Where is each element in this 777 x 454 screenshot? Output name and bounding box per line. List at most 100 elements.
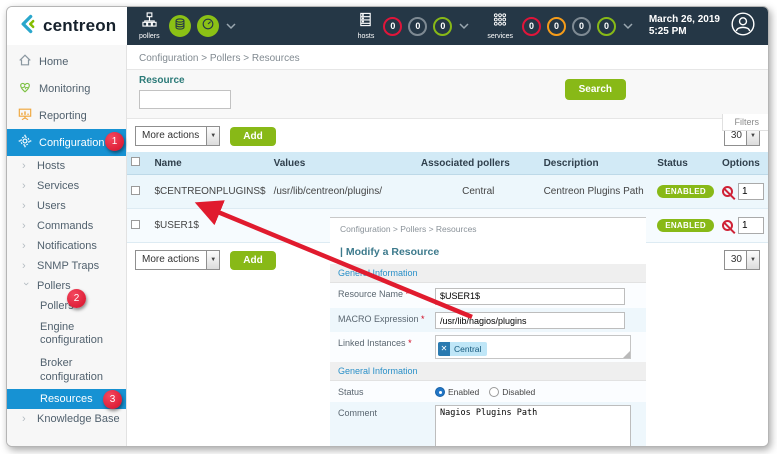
services-critical-counter[interactable]: 0	[522, 17, 541, 36]
cell-pollers: Central	[417, 175, 540, 209]
sidebar-item-services[interactable]: › Services	[7, 176, 126, 196]
configuration-gear-icon	[18, 134, 32, 151]
sidebar-item-label: Knowledge Base	[37, 413, 120, 425]
sidebar-item-label: Notifications	[37, 240, 97, 252]
remove-chip-icon[interactable]: ✕	[438, 342, 450, 356]
hosts-down-counter[interactable]: 0	[383, 17, 402, 36]
user-menu-button[interactable]	[730, 11, 756, 42]
modify-resource-panel: Configuration > Pollers > Resources | Mo…	[330, 217, 646, 446]
sidebar-item-label: Commands	[37, 220, 93, 232]
datetime: March 26, 2019 5:25 PM	[649, 14, 720, 39]
sidebar-item-commands[interactable]: › Commands	[7, 216, 126, 236]
step-badge-2: 2	[67, 289, 86, 308]
sidebar-item-pollers[interactable]: › Pollers 2	[7, 276, 126, 296]
disable-icon[interactable]	[722, 220, 733, 231]
sidebar-item-snmp-traps[interactable]: › SNMP Traps	[7, 256, 126, 276]
breadcrumb: Configuration > Pollers > Resources	[127, 45, 768, 69]
add-button[interactable]: Add	[230, 251, 275, 270]
section-general-information: General Information	[330, 362, 646, 381]
sidebar-item-hosts[interactable]: › Hosts	[7, 156, 126, 176]
sidebar-item-label: Engine configuration	[40, 321, 100, 347]
main-content: Configuration > Pollers > Resources Reso…	[127, 45, 768, 446]
sidebar-item-users[interactable]: › Users	[7, 196, 126, 216]
chevron-down-icon[interactable]	[459, 23, 469, 30]
chevron-right-icon: ›	[22, 260, 30, 272]
top-header: centreon pollers	[7, 7, 768, 45]
comment-label: Comment	[330, 402, 435, 423]
pollers-status-button[interactable]: pollers	[139, 12, 160, 40]
sidebar-item-notifications[interactable]: › Notifications	[7, 236, 126, 256]
column-header-options: Options	[718, 152, 768, 175]
sidebar-item-label: SNMP Traps	[37, 260, 99, 272]
sidebar-item-broker-configuration[interactable]: Broker configuration	[7, 352, 126, 388]
resource-name-input[interactable]	[435, 288, 625, 305]
cell-description: Centreon Plugins Path	[540, 175, 654, 209]
status-badge: ENABLED	[657, 219, 714, 232]
services-unknown-counter[interactable]: 0	[572, 17, 591, 36]
linked-instances-input[interactable]: ✕ Central	[435, 335, 631, 359]
chevron-right-icon: ›	[22, 180, 30, 192]
hosts-status-group: hosts 0 0 0	[358, 12, 474, 40]
chevron-down-icon[interactable]	[623, 23, 633, 30]
pollers-status-group: pollers	[139, 12, 240, 40]
sidebar-item-monitoring[interactable]: Monitoring	[7, 75, 126, 102]
chevron-down-icon[interactable]	[226, 23, 236, 30]
cell-name[interactable]: $CENTREONPLUGINS$	[150, 175, 269, 209]
resource-search-input[interactable]	[139, 90, 231, 109]
filters-toggle[interactable]: Filters	[722, 114, 769, 131]
hosts-status-button[interactable]: hosts	[358, 12, 375, 40]
brand-name: centreon	[43, 16, 116, 36]
step-badge-3: 3	[103, 390, 122, 409]
filter-band: Resource Search	[127, 69, 768, 119]
status-badge: ENABLED	[657, 185, 714, 198]
duplicate-count-input[interactable]	[738, 183, 764, 200]
hosts-up-counter[interactable]: 0	[433, 17, 452, 36]
services-warning-counter[interactable]: 0	[547, 17, 566, 36]
column-header-name: Name	[150, 152, 269, 175]
services-ok-counter[interactable]: 0	[597, 17, 616, 36]
sidebar-item-knowledge-base[interactable]: › Knowledge Base	[7, 409, 126, 429]
gauge-icon	[201, 17, 215, 36]
resize-handle-icon[interactable]	[623, 351, 630, 358]
status-disabled-radio[interactable]	[489, 387, 499, 397]
sidebar-item-engine-configuration[interactable]: Engine configuration	[7, 316, 126, 352]
more-actions-select[interactable]: More actions ▼	[135, 250, 220, 270]
cell-values: /usr/lib/centreon/plugins/	[270, 175, 417, 209]
sidebar-item-label: Home	[39, 56, 68, 68]
services-label: services	[487, 33, 513, 40]
disable-icon[interactable]	[722, 186, 733, 197]
search-button[interactable]: Search	[565, 79, 626, 100]
add-button[interactable]: Add	[230, 127, 275, 146]
header-checkbox-cell	[127, 152, 150, 175]
per-page-select[interactable]: 30 ▼	[724, 250, 760, 270]
form-row-linked-instances: Linked Instances * ✕ Central	[330, 332, 646, 362]
duplicate-count-input[interactable]	[738, 217, 764, 234]
row-checkbox[interactable]	[131, 220, 140, 229]
column-header-status: Status	[653, 152, 718, 175]
user-icon	[730, 24, 756, 41]
select-all-checkbox[interactable]	[131, 157, 140, 166]
services-status-button[interactable]: services	[487, 12, 513, 40]
form-row-comment: Comment Nagios Plugins Path	[330, 402, 646, 446]
modal-title: | Modify a Resource	[330, 238, 646, 264]
sidebar-item-label: Pollers	[37, 280, 71, 292]
sidebar-item-home[interactable]: Home	[7, 48, 126, 75]
sidebar-item-reporting[interactable]: Reporting	[7, 102, 126, 129]
more-actions-select[interactable]: More actions ▼	[135, 126, 220, 146]
sidebar-item-resources[interactable]: Resources 3	[7, 389, 126, 409]
sidebar-item-configuration[interactable]: Configuration 1	[7, 129, 126, 156]
resource-filter-label: Resource	[139, 75, 758, 86]
sidebar-nav: Home Monitoring Reporting	[7, 45, 127, 446]
select-arrow-icon: ▼	[206, 127, 219, 145]
status-enabled-radio[interactable]	[435, 387, 445, 397]
database-status-button[interactable]	[169, 15, 191, 37]
current-time: 5:25 PM	[649, 26, 720, 39]
row-checkbox[interactable]	[131, 186, 140, 195]
macro-expression-input[interactable]	[435, 312, 625, 329]
column-header-values: Values	[270, 152, 417, 175]
hosts-unreachable-counter[interactable]: 0	[408, 17, 427, 36]
comment-textarea[interactable]: Nagios Plugins Path	[435, 405, 631, 446]
cell-name[interactable]: $USER1$	[150, 209, 269, 243]
latency-status-button[interactable]	[197, 15, 219, 37]
centreon-logo[interactable]: centreon	[7, 7, 127, 45]
